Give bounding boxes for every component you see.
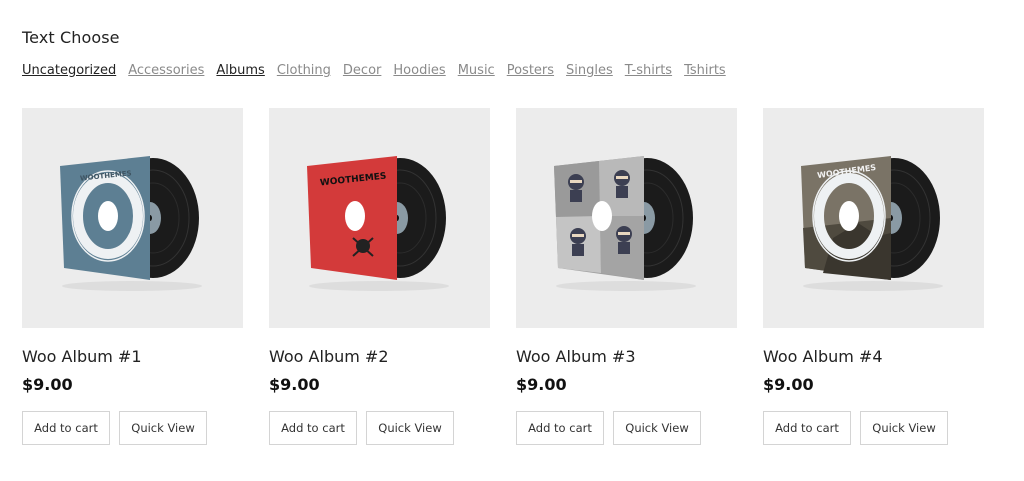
filter-accessories[interactable]: Accessories: [128, 63, 204, 78]
product-price: $9.00: [269, 375, 320, 394]
quick-view-button[interactable]: Quick View: [119, 411, 207, 445]
add-to-cart-button[interactable]: Add to cart: [22, 411, 110, 445]
product-actions: Add to cart Quick View: [269, 411, 490, 445]
filter-clothing[interactable]: Clothing: [277, 63, 331, 78]
album-artwork: WOOTHEMES: [801, 156, 943, 291]
product-price: $9.00: [763, 375, 814, 394]
filter-hoodies[interactable]: Hoodies: [393, 63, 445, 78]
product-card: Woo Album #3 $9.00 Add to cart Quick Vie…: [516, 108, 737, 445]
filter-uncategorized[interactable]: Uncategorized: [22, 63, 116, 78]
category-filter-bar: Uncategorized Accessories Albums Clothin…: [22, 63, 726, 78]
product-title[interactable]: Woo Album #4: [763, 347, 984, 369]
filter-t-shirts[interactable]: T-shirts: [625, 63, 672, 78]
product-card: WOOTHEMES Woo Album #1 $9.00 Add to cart…: [22, 108, 243, 445]
quick-view-button[interactable]: Quick View: [860, 411, 948, 445]
product-image[interactable]: WOOTHEMES: [269, 108, 490, 328]
product-price: $9.00: [516, 375, 567, 394]
album-artwork: WOOTHEMES: [60, 156, 202, 291]
product-title[interactable]: Woo Album #3: [516, 347, 737, 369]
product-actions: Add to cart Quick View: [763, 411, 984, 445]
quick-view-button[interactable]: Quick View: [613, 411, 701, 445]
add-to-cart-button[interactable]: Add to cart: [516, 411, 604, 445]
product-image[interactable]: WOOTHEMES: [22, 108, 243, 328]
product-image[interactable]: WOOTHEMES: [763, 108, 984, 328]
filter-albums[interactable]: Albums: [216, 63, 264, 78]
album-artwork: [554, 156, 696, 291]
product-actions: Add to cart Quick View: [516, 411, 737, 445]
product-grid: WOOTHEMES Woo Album #1 $9.00 Add to cart…: [22, 108, 984, 445]
album-sleeve: [554, 156, 644, 280]
filter-music[interactable]: Music: [458, 63, 495, 78]
filter-decor[interactable]: Decor: [343, 63, 381, 78]
product-card: WOOTHEMES Woo Album #4 $9.00 Add to cart…: [763, 108, 984, 445]
add-to-cart-button[interactable]: Add to cart: [269, 411, 357, 445]
quick-view-button[interactable]: Quick View: [366, 411, 454, 445]
product-actions: Add to cart Quick View: [22, 411, 243, 445]
add-to-cart-button[interactable]: Add to cart: [763, 411, 851, 445]
filter-tshirts[interactable]: Tshirts: [684, 63, 726, 78]
product-title[interactable]: Woo Album #1: [22, 347, 243, 369]
album-sleeve: WOOTHEMES: [307, 156, 397, 280]
product-image[interactable]: [516, 108, 737, 328]
album-artwork: WOOTHEMES: [307, 156, 449, 291]
product-title[interactable]: Woo Album #2: [269, 347, 490, 369]
product-card: WOOTHEMES Woo Album #2 $9.00 Add to cart…: [269, 108, 490, 445]
filter-singles[interactable]: Singles: [566, 63, 613, 78]
album-sleeve: WOOTHEMES: [801, 156, 891, 280]
product-price: $9.00: [22, 375, 73, 394]
filter-posters[interactable]: Posters: [507, 63, 554, 78]
album-sleeve: WOOTHEMES: [60, 156, 150, 280]
page-title: Text Choose: [22, 28, 120, 47]
